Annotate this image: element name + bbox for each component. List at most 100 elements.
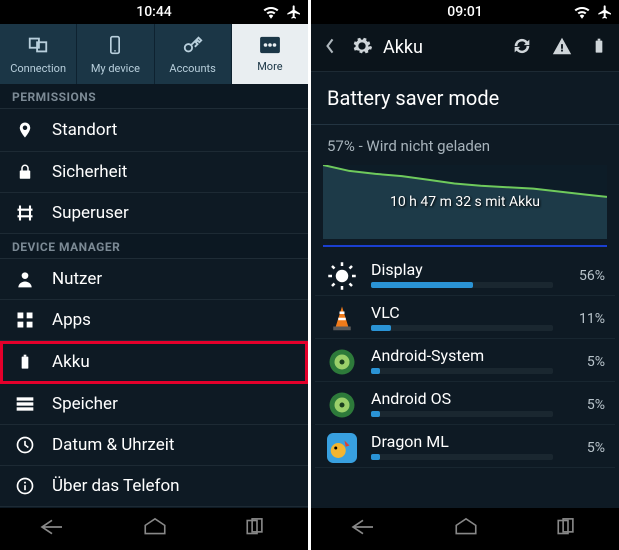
device-icon <box>105 34 125 59</box>
more-icon <box>259 36 281 57</box>
battery-saver-mode-row[interactable]: Battery saver mode <box>311 76 619 124</box>
item-label: Sicherheit <box>52 162 127 182</box>
nav-recents-icon[interactable] <box>555 517 581 541</box>
usage-item[interactable]: Display 56% <box>315 253 615 296</box>
settings-list: PERMISSIONS Standort Sicherheit Superuse… <box>0 84 308 508</box>
battery-status-icon[interactable] <box>587 31 611 65</box>
nav-back-icon[interactable] <box>349 517 377 541</box>
list-item-akku[interactable]: Akku <box>0 341 308 384</box>
app-icon <box>325 345 359 379</box>
settings-gear-icon <box>351 35 373 61</box>
battery-screen-header: Akku <box>311 24 619 72</box>
apps-icon <box>14 310 36 330</box>
app-icon <box>325 431 359 465</box>
item-label: Superuser <box>52 203 129 223</box>
list-item-nutzer[interactable]: Nutzer <box>0 259 308 300</box>
tab-label: My device <box>91 62 140 75</box>
tab-my-device[interactable]: My device <box>77 24 154 84</box>
phone-left-settings: 10:44 Connection My device <box>0 0 308 550</box>
app-icon <box>325 259 359 293</box>
item-label: Standort <box>52 120 117 140</box>
usage-bar <box>371 325 553 331</box>
status-time: 09:01 <box>447 4 483 20</box>
tab-label: More <box>257 60 282 73</box>
battery-discharge-chart[interactable]: 10 h 47 m 32 s mit Akku <box>323 165 607 239</box>
app-name: Dragon ML <box>371 432 553 451</box>
divider <box>311 124 619 125</box>
usage-bar <box>371 282 553 288</box>
time-on-battery-label: 10 h 47 m 32 s mit Akku <box>390 194 540 210</box>
android-nav-bar <box>311 508 619 550</box>
clock-icon <box>14 435 36 455</box>
airplane-icon <box>286 4 302 20</box>
usage-bar <box>371 454 553 460</box>
app-name: Android-System <box>371 346 553 365</box>
nav-up-icon[interactable] <box>319 32 341 64</box>
status-bar: 10:44 <box>0 0 308 24</box>
item-label: Datum & Uhrzeit <box>52 435 174 455</box>
warning-icon[interactable] <box>547 31 577 65</box>
user-icon <box>14 269 36 289</box>
tab-label: Accounts <box>169 62 215 75</box>
usage-percent: 5% <box>565 440 605 456</box>
usage-item[interactable]: Android-System 5% <box>315 339 615 382</box>
list-item-apps[interactable]: Apps <box>0 300 308 341</box>
tab-label: Connection <box>10 62 66 75</box>
app-name: Display <box>371 260 553 279</box>
list-item-speicher[interactable]: Speicher <box>0 384 308 425</box>
app-icon <box>325 302 359 336</box>
tab-more[interactable]: More <box>232 24 308 84</box>
section-permissions: PERMISSIONS <box>0 84 308 109</box>
lock-icon <box>14 162 36 182</box>
usage-item[interactable]: VLC 11% <box>315 296 615 339</box>
app-name: Android OS <box>371 389 553 408</box>
settings-tabs: Connection My device Accounts More <box>0 24 308 84</box>
android-nav-bar <box>0 508 308 550</box>
usage-item[interactable]: Android OS 5% <box>315 382 615 425</box>
app-icon <box>325 388 359 422</box>
list-item-standort[interactable]: Standort <box>0 109 308 152</box>
list-item-datum-uhrzeit[interactable]: Datum & Uhrzeit <box>0 425 308 466</box>
usage-percent: 56% <box>565 268 605 284</box>
usage-item[interactable]: Dragon ML 5% <box>315 425 615 468</box>
list-item-ueber-telefon[interactable]: Über das Telefon <box>0 466 308 507</box>
app-name: VLC <box>371 303 553 322</box>
page-title: Akku <box>383 37 497 58</box>
status-bar: 09:01 <box>311 0 619 24</box>
section-device-manager: DEVICE MANAGER <box>0 234 308 259</box>
usage-bar <box>371 368 553 374</box>
tab-accounts[interactable]: Accounts <box>155 24 232 84</box>
item-label: Speicher <box>52 394 118 414</box>
item-label: Apps <box>52 310 91 330</box>
usage-percent: 5% <box>565 354 605 370</box>
nav-back-icon[interactable] <box>38 517 66 541</box>
item-label: Nutzer <box>52 269 102 289</box>
list-item-sicherheit[interactable]: Sicherheit <box>0 152 308 193</box>
info-icon <box>14 476 36 496</box>
refresh-icon[interactable] <box>507 31 537 65</box>
battery-percent-line: 57% - Wird nicht geladen <box>311 127 619 161</box>
item-label: Über das Telefon <box>52 476 180 496</box>
key-icon <box>182 34 204 59</box>
list-item-superuser[interactable]: Superuser <box>0 193 308 234</box>
airplane-icon <box>597 4 613 20</box>
usage-bar <box>371 411 553 417</box>
battery-icon <box>14 351 36 373</box>
nav-home-icon[interactable] <box>142 517 168 541</box>
nav-recents-icon[interactable] <box>244 517 270 541</box>
chart-baseline <box>323 245 607 247</box>
battery-usage-list: Display56%VLC11%Android-System5%Android … <box>311 253 619 468</box>
storage-icon <box>14 395 36 413</box>
wifi-icon <box>573 5 591 19</box>
usage-percent: 5% <box>565 397 605 413</box>
connection-icon <box>27 34 49 59</box>
hash-icon <box>14 203 36 223</box>
nav-home-icon[interactable] <box>453 517 479 541</box>
location-icon <box>14 119 36 141</box>
wifi-icon <box>262 5 280 19</box>
item-label: Akku <box>52 352 90 372</box>
status-time: 10:44 <box>136 4 172 20</box>
tab-connection[interactable]: Connection <box>0 24 77 84</box>
phone-right-battery: 09:01 Akku Battery saver mode <box>311 0 619 550</box>
usage-percent: 11% <box>565 311 605 327</box>
